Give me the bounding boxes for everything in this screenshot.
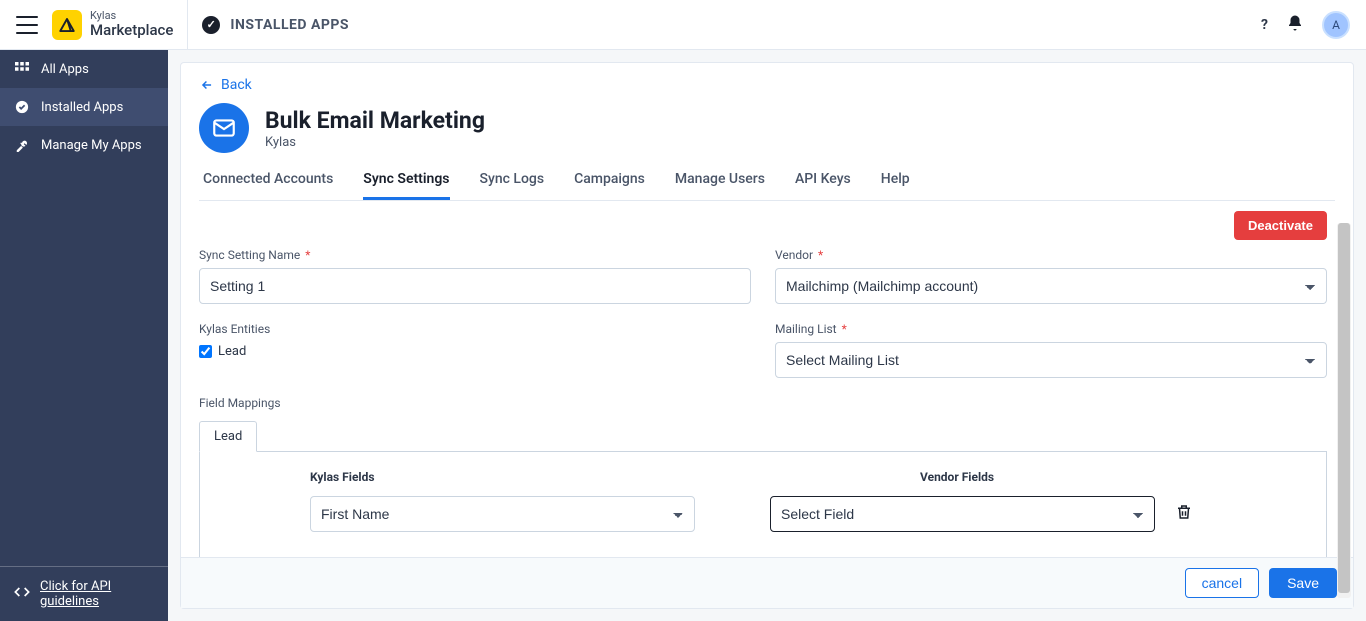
code-icon (14, 584, 30, 604)
tab-connected-accounts[interactable]: Connected Accounts (203, 161, 333, 200)
add-field-mapping[interactable]: ＋Add Field Mapping (310, 552, 1306, 557)
page-tag: ✓ INSTALLED APPS (202, 16, 349, 34)
help-icon[interactable]: ? (1261, 17, 1268, 33)
app-header: Bulk Email Marketing Kylas (199, 103, 1335, 153)
save-button[interactable]: Save (1269, 568, 1337, 598)
tab-campaigns[interactable]: Campaigns (574, 161, 645, 200)
sidebar-item-label: Manage My Apps (41, 138, 142, 153)
divider (187, 0, 188, 50)
tabs: Connected Accounts Sync Settings Sync Lo… (199, 161, 1335, 201)
kylas-field-select[interactable]: First Name (310, 496, 695, 532)
topbar: Kylas Marketplace ✓ INSTALLED APPS ? A (0, 0, 1366, 50)
brand-big: Marketplace (90, 22, 173, 39)
sidebar-item-installed-apps[interactable]: Installed Apps (0, 88, 168, 126)
app-vendor: Kylas (265, 135, 296, 150)
vendor-field-select[interactable]: Select Field (770, 496, 1155, 532)
grid-icon (14, 61, 30, 77)
cancel-button[interactable]: cancel (1185, 568, 1259, 598)
vendor-label: Vendor * (775, 248, 1327, 262)
sidebar-footer[interactable]: Click for API guidelines (0, 566, 168, 621)
check-circle-icon: ✓ (202, 16, 220, 34)
lead-label: Lead (218, 344, 246, 359)
tab-help[interactable]: Help (881, 161, 910, 200)
tab-api-keys[interactable]: API Keys (795, 161, 851, 200)
avatar[interactable]: A (1322, 11, 1350, 39)
back-label: Back (221, 77, 252, 93)
mapping-box: Kylas Fields Vendor Fields First Name (199, 452, 1327, 557)
deactivate-button[interactable]: Deactivate (1234, 211, 1327, 240)
app-icon (199, 103, 249, 153)
topbar-actions: ? A (1261, 11, 1350, 39)
entities-label: Kylas Entities (199, 322, 751, 336)
tools-icon (14, 137, 30, 153)
card: Back Bulk Email Marketing Kylas Connecte… (180, 62, 1354, 609)
mappings-label: Field Mappings (199, 396, 1327, 410)
lead-checkbox[interactable] (199, 345, 212, 358)
scrollbar-thumb[interactable] (1338, 223, 1350, 593)
sidebar-item-label: All Apps (41, 62, 89, 77)
sidebar-item-all-apps[interactable]: All Apps (0, 50, 168, 88)
sync-name-input[interactable] (199, 268, 751, 304)
tab-sync-settings[interactable]: Sync Settings (363, 161, 449, 200)
trash-icon[interactable] (1175, 502, 1193, 526)
brand-logo-icon (52, 10, 82, 40)
check-circle-icon (14, 99, 30, 115)
brand-text: Kylas Marketplace (90, 10, 173, 39)
tab-manage-users[interactable]: Manage Users (675, 161, 765, 200)
sidebar: All Apps Installed Apps Manage My Apps C… (0, 50, 168, 621)
back-link[interactable]: Back (199, 77, 1335, 93)
app-title: Bulk Email Marketing (265, 107, 485, 134)
bell-icon[interactable] (1286, 14, 1304, 36)
plus-icon: ＋ (747, 556, 760, 557)
scrollbar[interactable] (1337, 223, 1351, 598)
sidebar-item-manage-apps[interactable]: Manage My Apps (0, 126, 168, 164)
page-tag-label: INSTALLED APPS (230, 17, 349, 33)
mailing-label: Mailing List * (775, 322, 1327, 336)
vendor-select[interactable]: Mailchimp (Mailchimp account) (775, 268, 1327, 304)
footer-actions: cancel Save (181, 557, 1353, 608)
sync-name-label: Sync Setting Name * (199, 248, 751, 262)
vendor-fields-header: Vendor Fields (920, 470, 1306, 484)
hamburger-icon[interactable] (16, 16, 38, 34)
api-guidelines-link[interactable]: Click for API guidelines (40, 579, 154, 609)
main: Back Bulk Email Marketing Kylas Connecte… (168, 50, 1366, 621)
mailing-select[interactable]: Select Mailing List (775, 342, 1327, 378)
form-scroll[interactable]: Deactivate Sync Setting Name * Vendor * … (181, 201, 1347, 557)
kylas-fields-header: Kylas Fields (310, 470, 695, 484)
tab-sync-logs[interactable]: Sync Logs (480, 161, 545, 200)
sidebar-item-label: Installed Apps (41, 100, 123, 115)
mapping-tab-lead[interactable]: Lead (199, 421, 257, 452)
